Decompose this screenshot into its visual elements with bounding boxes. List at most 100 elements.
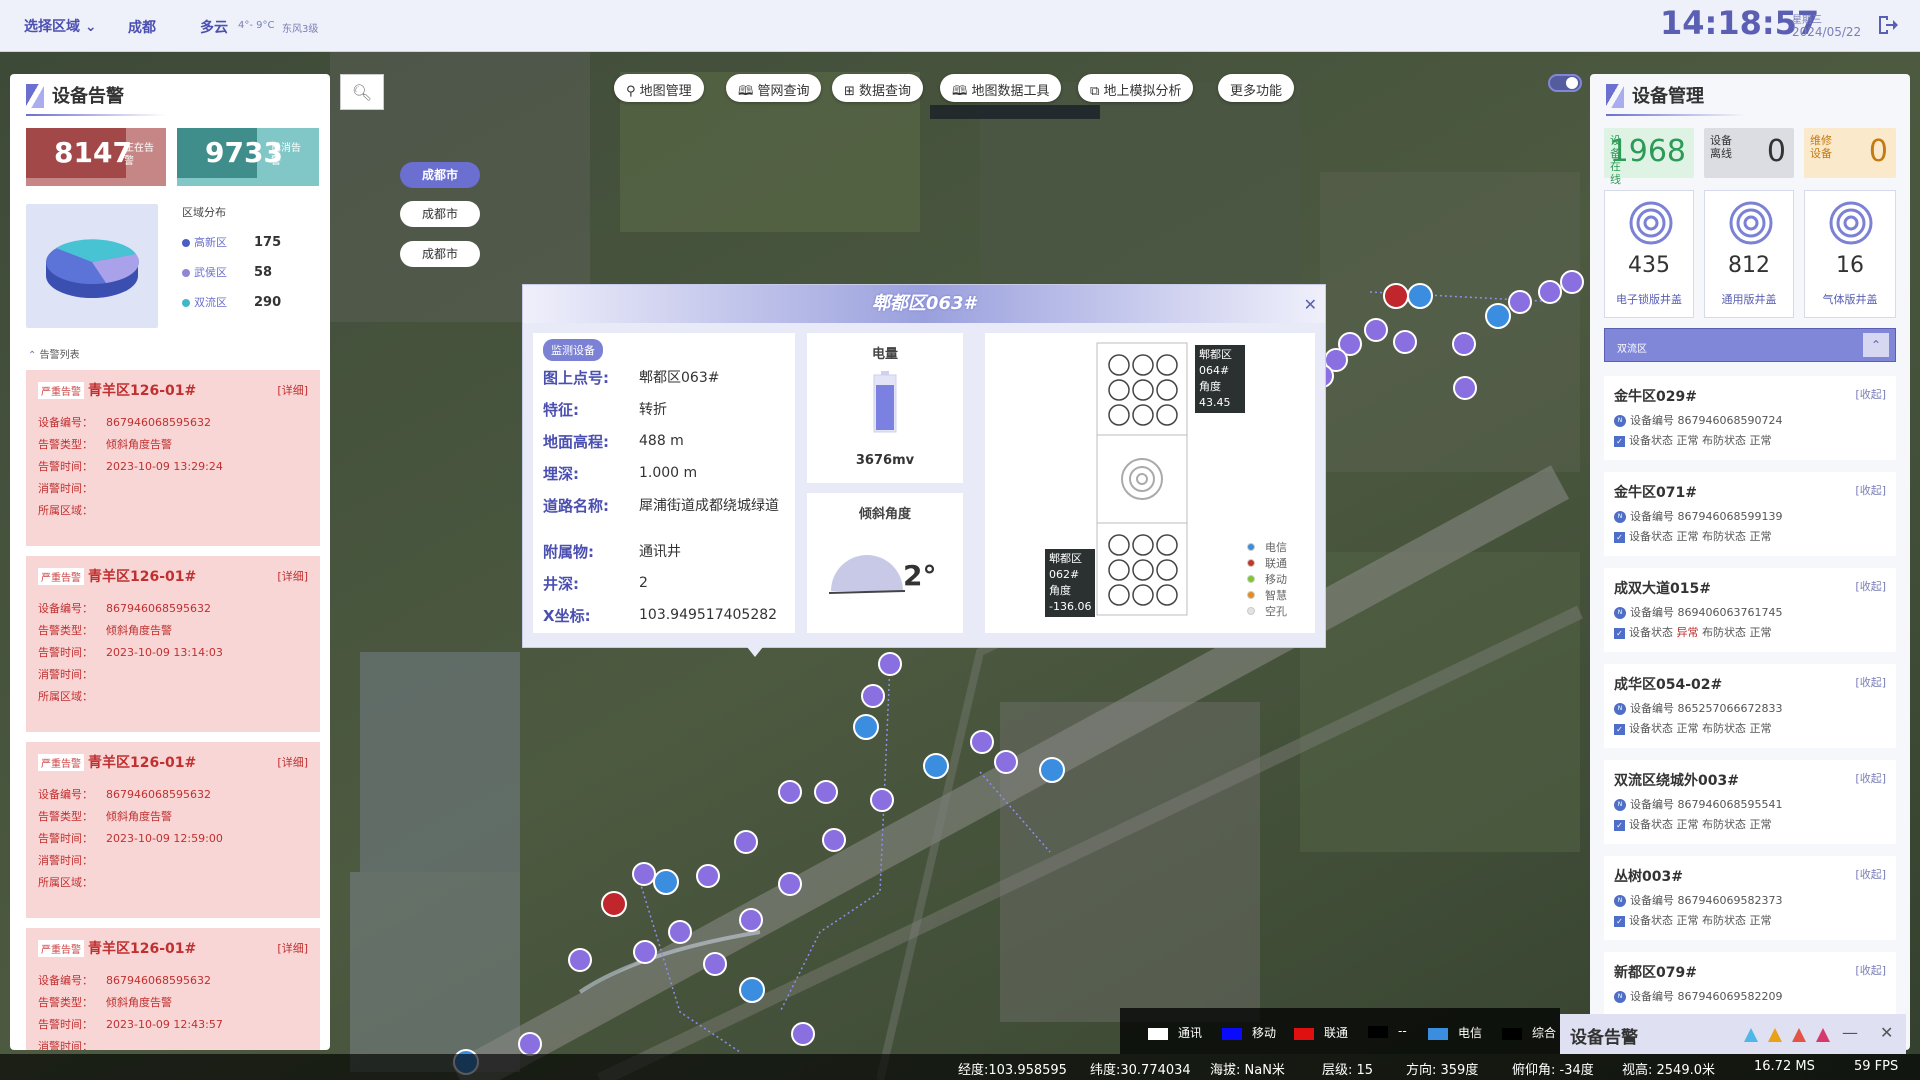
detail-link[interactable]: [详细]	[277, 754, 308, 770]
detail-link[interactable]: [详细]	[277, 940, 308, 956]
collapse-link[interactable]: [收起]	[1855, 674, 1886, 690]
person-pin-icon: ⚲	[626, 84, 636, 99]
status-prefix: 设备状态	[1629, 818, 1673, 831]
device-card[interactable]: 双流区绕城外003# [收起] N 设备编号 867946068595541 ✓ 设备状态…	[1604, 760, 1896, 844]
offline-stat[interactable]: 设备离线 0	[1704, 128, 1794, 178]
checkbox-icon[interactable]: ✓	[1614, 435, 1625, 447]
district-name: 高新区	[194, 236, 227, 249]
chevron-up-icon[interactable]: ⌃	[1863, 333, 1889, 357]
alarm-mini-panel[interactable]: 设备告警 — ✕	[1560, 1014, 1906, 1054]
field-key: 消警时间：	[38, 482, 93, 495]
district-name: 武侯区	[194, 266, 227, 279]
device-card[interactable]: 金牛区029# [收起] N 设备编号 867946068590724 ✓ 设备状态 正常…	[1604, 376, 1896, 460]
checkbox-icon[interactable]: ✓	[1614, 627, 1625, 639]
field-key: 设备编号：	[38, 974, 93, 987]
map-manage-button[interactable]: ⚲ 地图管理	[614, 74, 704, 102]
alarm-field: 消警时间：	[38, 666, 308, 681]
field-key: 消警时间：	[38, 668, 93, 681]
alarm-card[interactable]: 严重告警 青羊区126-01# [详细] 设备编号： 867946068595632 告警…	[26, 556, 320, 732]
field-key: 所属区域：	[38, 690, 93, 703]
legend-label: 通讯	[1178, 1026, 1203, 1040]
ground-simulation-button[interactable]: ⧉ 地上模拟分析	[1078, 74, 1194, 102]
legend-item: 联通	[1247, 555, 1287, 571]
collapse-link[interactable]: [收起]	[1855, 770, 1886, 786]
battery-value: 3676mv	[855, 453, 915, 468]
alarm-card[interactable]: 严重告警 青羊区126-01# [详细] 设备编号： 867946068595632 告警…	[26, 370, 320, 546]
logout-icon[interactable]	[1876, 14, 1902, 36]
district-dropdown[interactable]: 双流区 ⌃	[1604, 328, 1896, 362]
device-status: 正常	[1676, 434, 1699, 447]
field-value: 倾斜角度告警	[106, 438, 172, 451]
field-value: 倾斜角度告警	[106, 810, 172, 823]
checkbox-icon[interactable]: ✓	[1614, 819, 1625, 831]
legend-item: --	[1368, 1024, 1407, 1038]
alarm-device-name: 青羊区126-01#	[88, 755, 197, 771]
legend-label: 电信	[1458, 1026, 1483, 1040]
close-icon[interactable]: ✕	[1304, 295, 1317, 314]
device-card[interactable]: 成双大道015# [收起] N 设备编号 869406063761745 ✓ 设备状态 异…	[1604, 568, 1896, 652]
pitch: 俯仰角: -34度	[1512, 1063, 1594, 1078]
info-key: X坐标:	[543, 607, 591, 625]
device-name: 双流区绕城外003#	[1614, 773, 1739, 789]
checkbox-icon[interactable]: ✓	[1614, 915, 1625, 927]
date: 2024/05/22	[1792, 25, 1862, 39]
search-button[interactable]: 🔍︎	[340, 74, 384, 110]
city-button[interactable]: 成都市	[400, 201, 480, 227]
general-cover-card[interactable]: 812 通用版井盖	[1704, 190, 1794, 318]
device-id-icon: N	[1614, 703, 1626, 715]
legend-item: 移动	[1222, 1024, 1276, 1041]
collapse-link[interactable]: [收起]	[1855, 482, 1886, 498]
region-select[interactable]: 选择区域 ⌄	[24, 16, 97, 36]
district-value: 58	[254, 265, 273, 280]
alarm-field: 告警类型： 倾斜角度告警	[38, 994, 308, 1009]
district-dist-title: 区域分布	[182, 206, 226, 219]
tilt-panel: 倾斜角度 2°	[807, 493, 963, 633]
gas-cover-card[interactable]: 16 气体版井盖	[1804, 190, 1896, 318]
device-id-icon: N	[1614, 799, 1626, 811]
close-icon[interactable]: ✕	[1880, 1023, 1893, 1042]
collapse-link[interactable]: [收起]	[1855, 962, 1886, 978]
layer-toggle[interactable]	[1548, 74, 1582, 92]
legend-label: 联通	[1265, 557, 1287, 570]
alarm-field: 告警时间： 2023-10-09 12:59:00	[38, 830, 308, 845]
tilt-title: 倾斜角度	[858, 507, 911, 522]
collapse-link[interactable]: [收起]	[1855, 386, 1886, 402]
lock-cover-card[interactable]: 435 电子锁版井盖	[1604, 190, 1694, 318]
more-functions-button[interactable]: 更多功能	[1218, 74, 1295, 102]
device-status-row: ✓ 设备状态 正常 布防状态 正常	[1614, 912, 1886, 927]
collapse-link[interactable]: [收起]	[1855, 578, 1886, 594]
cleared-alarm-stat[interactable]: 9733 已消告警	[177, 128, 319, 186]
temperature: 4°- 9°C	[238, 20, 275, 31]
checkbox-icon[interactable]: ✓	[1614, 531, 1625, 543]
field-value: 2023-10-09 13:14:03	[106, 646, 223, 659]
device-card[interactable]: 金牛区071# [收起] N 设备编号 867946068599139 ✓ 设备状态 正常…	[1604, 472, 1896, 556]
alarm-card[interactable]: 严重告警 青羊区126-01# [详细] 设备编号： 867946068595632 告警…	[26, 928, 320, 1050]
device-card[interactable]: 成华区054-02# [收起] N 设备编号 865257066672833 ✓ 设备状态…	[1604, 664, 1896, 748]
active-alarm-stat[interactable]: 8147 正在告警	[26, 128, 166, 186]
collapse-link[interactable]: [收起]	[1855, 866, 1886, 882]
repair-stat[interactable]: 维修设备 0	[1804, 128, 1896, 178]
alarm-card[interactable]: 严重告警 青羊区126-01# [详细] 设备编号： 867946068595632 告警…	[26, 742, 320, 918]
legend-item: 移动	[1247, 571, 1287, 587]
chevron-down-icon: ⌄	[84, 19, 97, 35]
info-value: 通讯井	[639, 544, 681, 560]
city-button-active[interactable]: 成都市	[400, 162, 480, 188]
field-value: 2023-10-09 13:29:24	[106, 460, 223, 473]
city-button[interactable]: 成都市	[400, 241, 480, 267]
detail-link[interactable]: [详细]	[277, 382, 308, 398]
map-data-tools-button[interactable]: 🕮 地图数据工具	[940, 74, 1062, 102]
online-stat[interactable]: 设备在线 1968	[1604, 128, 1694, 186]
alarm-field: 所属区域：	[38, 502, 308, 517]
detail-link[interactable]: [详细]	[277, 568, 308, 584]
device-card[interactable]: 丛树003# [收起] N 设备编号 867946069582373 ✓ 设备状态 正常 …	[1604, 856, 1896, 940]
data-query-button[interactable]: ⊞ 数据查询	[832, 74, 924, 102]
checkbox-icon[interactable]: ✓	[1614, 723, 1625, 735]
arm-status: 布防状态 正常	[1702, 914, 1772, 927]
card-label: 通用版井盖	[1721, 293, 1777, 306]
toolbar-label: 更多功能	[1230, 84, 1283, 99]
minimize-icon[interactable]: —	[1842, 1023, 1858, 1042]
pipe-query-button[interactable]: 🕮 管网查询	[726, 74, 822, 102]
field-key: 消警时间：	[38, 1040, 93, 1050]
repair-count: 0	[1868, 134, 1888, 169]
device-id: 设备编号 867946069582373	[1630, 894, 1783, 907]
